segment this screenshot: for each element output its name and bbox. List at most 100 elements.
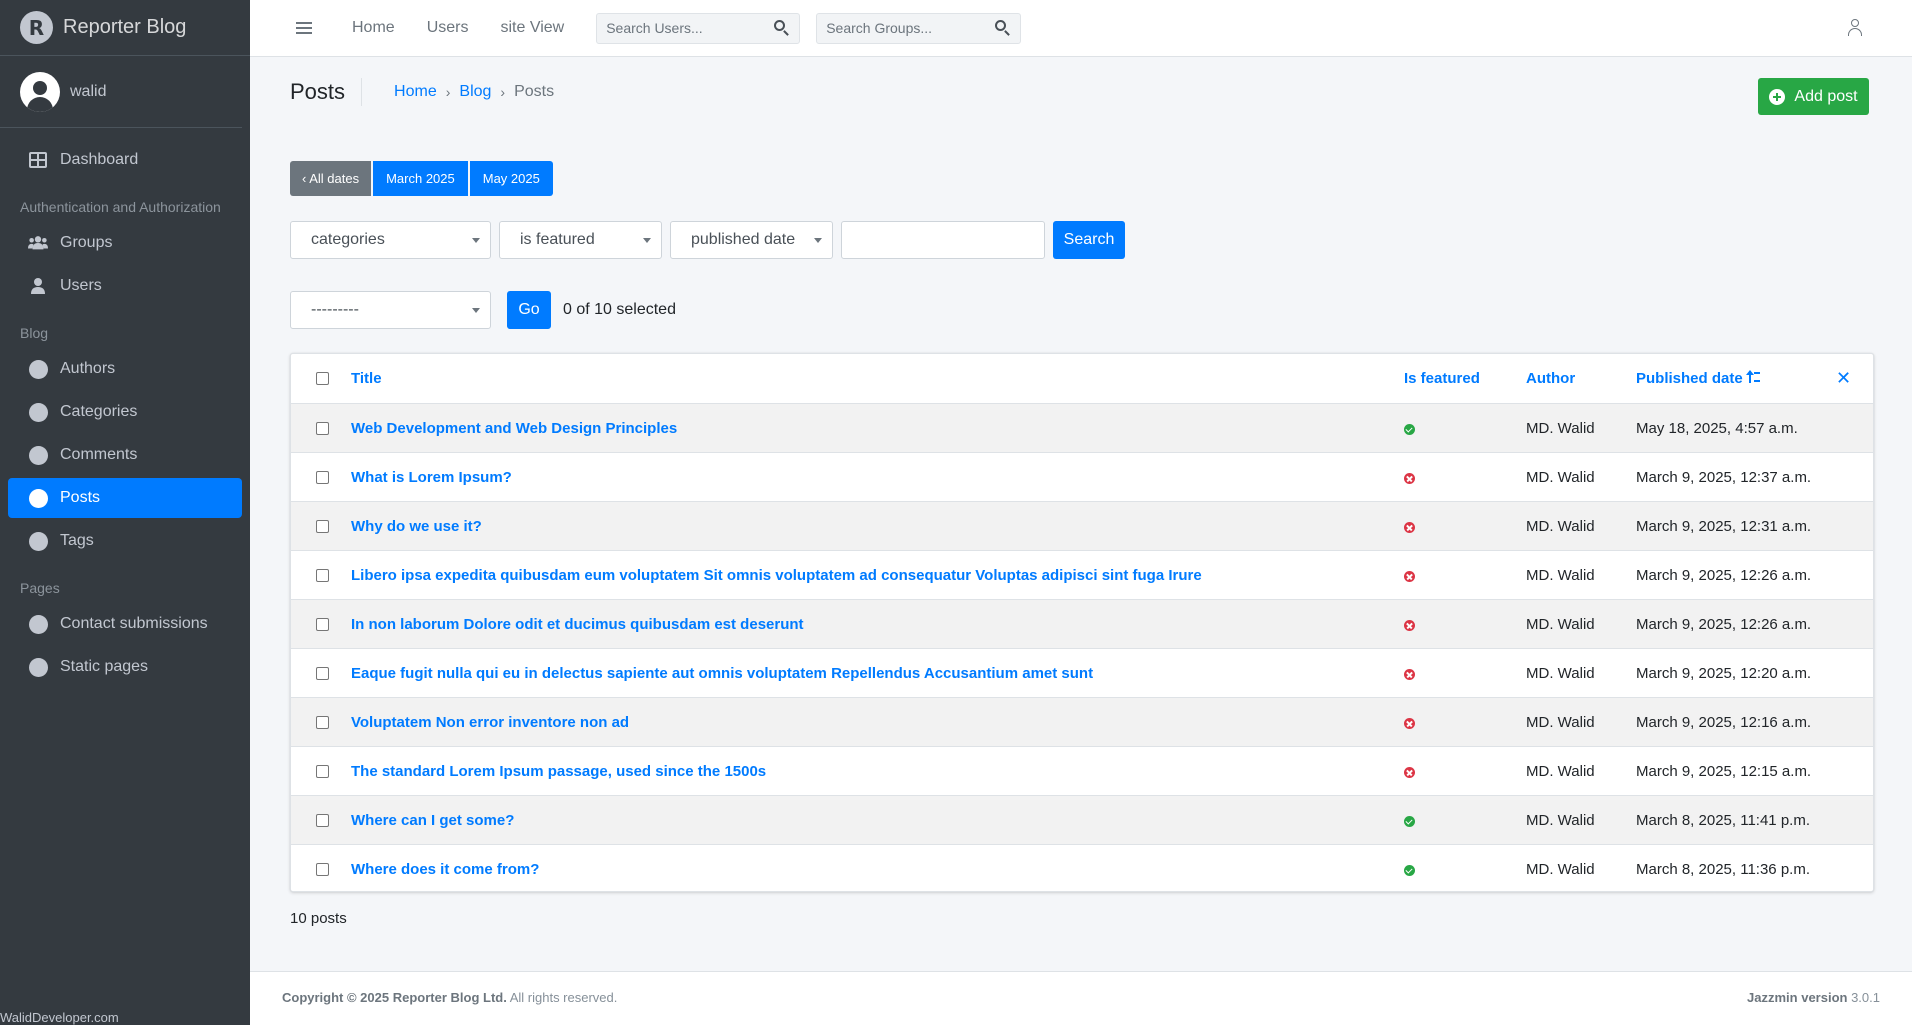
select-all-checkbox[interactable] — [316, 372, 329, 385]
column-header-is-featured[interactable]: Is featured — [1404, 370, 1480, 387]
clear-sort-icon[interactable]: ✕ — [1836, 368, 1851, 389]
nav-header-auth: Authentication and Authorization — [20, 199, 221, 215]
user-panel[interactable]: walid — [0, 56, 242, 128]
sidebar-item-tags[interactable]: Tags — [8, 521, 242, 561]
breadcrumb-blog[interactable]: Blog — [459, 83, 491, 101]
featured-status — [1404, 665, 1415, 682]
circle-icon — [28, 614, 48, 634]
check-circle-icon — [1404, 864, 1415, 876]
post-title-link[interactable]: Voluptatem Non error inventore non ad — [351, 714, 629, 731]
top-link-site-view[interactable]: site View — [500, 19, 564, 37]
table-row: Web Development and Web Design Principle… — [291, 403, 1873, 452]
date-filter-all[interactable]: ‹ All dates — [290, 161, 372, 196]
breadcrumb-home[interactable]: Home — [394, 83, 437, 101]
sidebar-item-label: Dashboard — [60, 151, 139, 168]
featured-status — [1404, 420, 1415, 437]
post-title-link[interactable]: Eaque fugit nulla qui eu in delectus sap… — [351, 665, 1093, 682]
x-circle-icon — [1404, 619, 1415, 631]
search-icon[interactable] — [772, 18, 792, 38]
search-users-input[interactable] — [597, 20, 773, 36]
row-checkbox[interactable] — [316, 813, 329, 827]
row-checkbox[interactable] — [316, 666, 329, 680]
post-title-link[interactable]: Why do we use it? — [351, 518, 482, 535]
sidebar-item-authors[interactable]: Authors — [8, 349, 242, 389]
date-filter-march-2025[interactable]: March 2025 — [373, 161, 468, 196]
sort-ascending-icon[interactable] — [1745, 370, 1761, 384]
hamburger-menu-icon[interactable] — [296, 22, 312, 34]
search-icon[interactable] — [993, 18, 1013, 38]
caret-down-icon — [643, 238, 651, 243]
row-checkbox[interactable] — [316, 715, 329, 729]
row-checkbox[interactable] — [316, 470, 329, 484]
sidebar-item-groups[interactable]: Groups — [8, 223, 242, 263]
row-checkbox[interactable] — [316, 764, 329, 778]
column-header-title[interactable]: Title — [351, 370, 382, 387]
x-circle-icon — [1404, 668, 1415, 680]
published-date-cell: March 9, 2025, 12:16 a.m. — [1636, 713, 1812, 731]
table-row: The standard Lorem Ipsum passage, used s… — [291, 746, 1873, 795]
sidebar-item-label: Categories — [60, 403, 138, 420]
x-circle-icon — [1404, 766, 1415, 778]
nav-header-pages: Pages — [20, 580, 60, 596]
author-cell: MD. Walid — [1526, 811, 1595, 829]
post-title-link[interactable]: Web Development and Web Design Principle… — [351, 420, 677, 437]
row-checkbox[interactable] — [316, 421, 329, 435]
author-cell: MD. Walid — [1526, 615, 1595, 633]
author-cell: MD. Walid — [1526, 664, 1595, 682]
search-groups-input[interactable] — [817, 20, 994, 36]
published-date-cell: March 8, 2025, 11:36 p.m. — [1636, 860, 1810, 878]
author-cell: MD. Walid — [1526, 762, 1595, 780]
add-post-label: Add post — [1794, 87, 1858, 105]
row-checkbox[interactable] — [316, 519, 329, 533]
row-checkbox[interactable] — [316, 862, 329, 876]
sidebar-item-label: Posts — [60, 489, 101, 506]
search-button[interactable]: Search — [1053, 221, 1125, 259]
sidebar-item-static-pages[interactable]: Static pages — [8, 647, 242, 687]
sidebar-item-comments[interactable]: Comments — [8, 435, 242, 475]
sidebar-item-label: Tags — [60, 532, 94, 549]
sidebar-item-categories[interactable]: Categories — [8, 392, 242, 432]
post-title-link[interactable]: Libero ipsa expedita quibusdam eum volup… — [351, 567, 1202, 584]
author-cell: MD. Walid — [1526, 517, 1595, 535]
column-header-author[interactable]: Author — [1526, 370, 1575, 387]
post-title-link[interactable]: The standard Lorem Ipsum passage, used s… — [351, 763, 766, 780]
search-users-box — [596, 12, 801, 44]
table-row: Why do we use it? MD. Walid March 9, 2025,… — [291, 501, 1873, 550]
sidebar-item-users[interactable]: Users — [8, 266, 242, 306]
go-button[interactable]: Go — [507, 291, 551, 329]
row-checkbox[interactable] — [316, 617, 329, 631]
column-header-published-date[interactable]: Published date — [1636, 370, 1761, 387]
published-date-filter-select[interactable]: published date — [670, 221, 833, 259]
row-checkbox[interactable] — [316, 568, 329, 582]
filter-bar: categories is featured published date Se… — [290, 221, 1125, 259]
top-link-home[interactable]: Home — [352, 19, 395, 37]
brand[interactable]: R Reporter Blog — [0, 0, 250, 56]
sidebar-item-contact-submissions[interactable]: Contact submissions — [8, 604, 242, 644]
is-featured-filter-select[interactable]: is featured — [499, 221, 662, 259]
user-menu-icon[interactable] — [1846, 19, 1864, 37]
table-row: Libero ipsa expedita quibusdam eum volup… — [291, 550, 1873, 599]
main-content: Posts Home › Blog › Posts Add post ‹ All… — [250, 57, 1912, 971]
add-post-button[interactable]: Add post — [1758, 78, 1869, 115]
post-title-link[interactable]: In non laborum Dolore odit et ducimus qu… — [351, 616, 804, 633]
sidebar-item-posts[interactable]: Posts — [8, 478, 242, 518]
post-title-link[interactable]: Where can I get some? — [351, 812, 514, 829]
top-link-users[interactable]: Users — [427, 19, 469, 37]
date-filter-may-2025[interactable]: May 2025 — [469, 161, 553, 196]
breadcrumb: Home › Blog › Posts — [394, 83, 554, 101]
post-title-link[interactable]: What is Lorem Ipsum? — [351, 469, 512, 486]
table-header-row: Title Is featured Author Published date … — [291, 354, 1873, 403]
published-date-cell: March 9, 2025, 12:15 a.m. — [1636, 762, 1812, 780]
categories-filter-select[interactable]: categories — [290, 221, 491, 259]
check-circle-icon — [1404, 423, 1415, 435]
sidebar-item-dashboard[interactable]: Dashboard — [8, 140, 242, 180]
check-circle-icon — [1404, 815, 1415, 827]
credit-text: WalidDeveloper.com — [0, 1010, 119, 1025]
user-name: walid — [70, 82, 107, 100]
action-select[interactable]: --------- — [290, 291, 491, 329]
table-row: Where does it come from? MD. Walid March 8… — [291, 844, 1873, 893]
post-title-link[interactable]: Where does it come from? — [351, 861, 539, 878]
featured-status — [1404, 616, 1415, 633]
search-text-input[interactable] — [841, 221, 1045, 259]
table-row: Where can I get some? MD. Walid March 8, 2… — [291, 795, 1873, 844]
